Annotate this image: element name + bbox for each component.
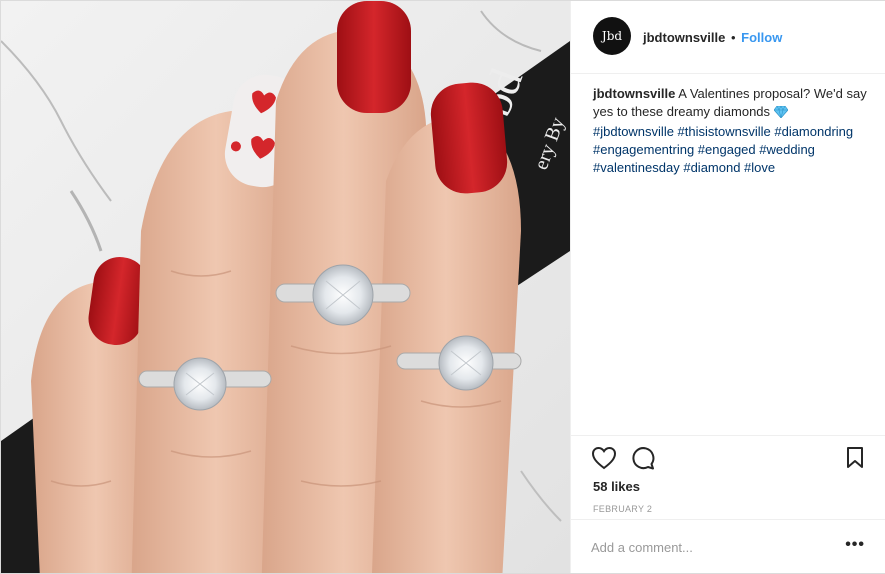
post-actions: 58 likes FEBRUARY 2 [571,435,885,532]
avatar[interactable]: Jbd [593,17,631,55]
post-header: Jbd jbdtownsville • Follow [571,1,885,74]
bookmark-icon[interactable] [845,446,865,475]
comment-input[interactable] [591,536,831,558]
likes-count[interactable]: 58 likes [593,479,640,494]
follow-button[interactable]: Follow [741,30,782,45]
comment-icon[interactable] [631,446,655,475]
header-separator: • [730,30,736,45]
caption-hashtags[interactable]: #jbdtownsville #thisistownsville #diamon… [593,124,853,175]
post-photo[interactable]: Jbd ery By [1,1,570,573]
heart-icon[interactable] [591,446,617,475]
comment-section: ••• [571,519,885,574]
post-caption: jbdtownsville A Valentines proposal? We'… [593,85,873,177]
diamond-gem-icon [773,105,789,123]
caption-username[interactable]: jbdtownsville [593,86,675,101]
rings-photo-illustration: Jbd ery By [1,1,570,573]
post-date[interactable]: FEBRUARY 2 [593,504,652,514]
avatar-text: Jbd [601,29,623,43]
header-username[interactable]: jbdtownsville [643,30,725,45]
post-side-panel: Jbd jbdtownsville • Follow jbdtownsville… [570,1,885,573]
header-line: jbdtownsville • Follow [643,30,782,45]
instagram-post: Jbd ery By [0,0,885,574]
more-options-icon[interactable]: ••• [845,537,865,553]
